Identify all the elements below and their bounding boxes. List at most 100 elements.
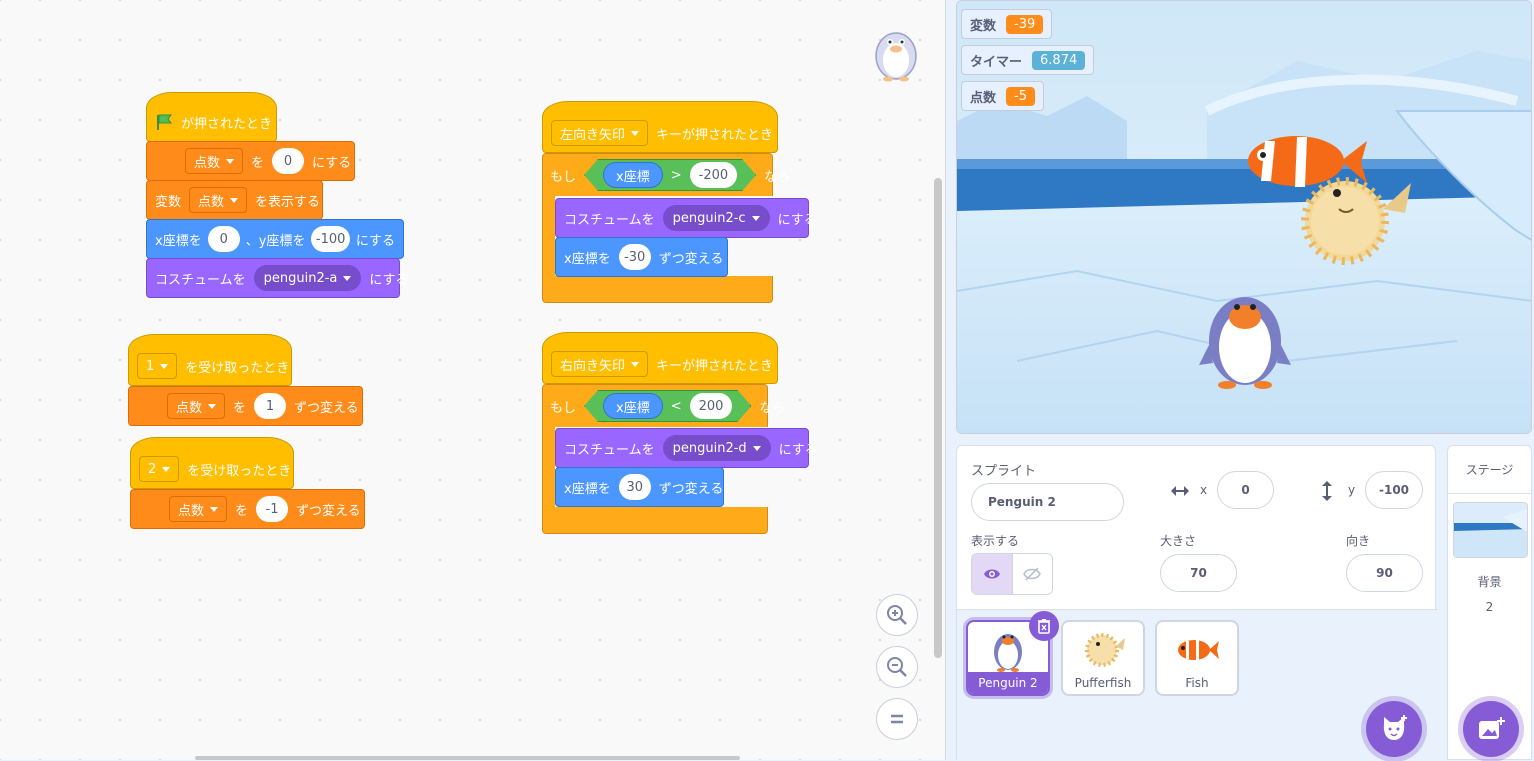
direction-input[interactable]: 90 <box>1346 554 1423 592</box>
trash-icon <box>1038 619 1050 634</box>
value-input[interactable]: 0 <box>272 148 305 174</box>
if-condition-row: もし x座標 > -200 なら <box>542 155 790 195</box>
when-i-receive-block[interactable]: 2 を受け取ったとき <box>130 437 294 489</box>
backdrops-label: 背景 <box>1477 575 1502 589</box>
dropdown-caret-icon <box>752 445 761 451</box>
value-input[interactable]: 1 <box>254 393 287 419</box>
x-position-reporter[interactable]: x座標 <box>603 162 663 188</box>
compare-input[interactable]: 200 <box>690 393 733 419</box>
y-position-input[interactable]: -100 <box>1365 471 1423 509</box>
when-flag-clicked-block[interactable]: が押されたとき <box>146 92 277 142</box>
value-input[interactable]: -1 <box>256 496 289 522</box>
key-dropdown[interactable]: 右向き矢印 <box>551 351 649 377</box>
backdrops-count: 2 <box>1485 600 1494 614</box>
block-label: ずつ変える <box>658 481 724 497</box>
block-label: を <box>233 400 247 416</box>
change-variable-block[interactable]: 点数 を -1 ずつ変える <box>130 489 365 529</box>
block-label: x座標を <box>564 481 611 497</box>
code-workspace[interactable]: が押されたとき 点数 を 0 にする 変数 点数 を表示する x座標を 0 、y… <box>0 0 946 760</box>
show-variable-block[interactable]: 変数 点数 を表示する <box>146 180 323 220</box>
monitor-label: 点数 <box>970 90 997 106</box>
change-variable-block[interactable]: 点数 を 1 ずつ変える <box>128 386 363 426</box>
block-label: コスチュームを <box>155 272 246 288</box>
variable-dropdown[interactable]: 点数 <box>167 393 226 419</box>
compare-input[interactable]: -200 <box>690 162 738 188</box>
variable-monitor-tensu[interactable]: 点数 -5 <box>961 81 1044 111</box>
set-variable-block[interactable]: 点数 を 0 にする <box>146 141 355 181</box>
zoom-reset-button[interactable] <box>876 698 918 740</box>
block-label: もし <box>550 169 577 185</box>
sprite-tile-fish[interactable]: Fish <box>1155 620 1239 696</box>
block-label: なら <box>759 400 786 416</box>
fish-icon <box>1178 640 1219 660</box>
dropdown-caret-icon <box>226 158 235 164</box>
value-input[interactable]: -30 <box>618 244 651 270</box>
block-label: を表示する <box>255 194 321 210</box>
block-label: にする <box>777 212 817 228</box>
current-sprite-watermark-icon <box>868 22 924 82</box>
change-x-block[interactable]: x座標を 30 ずつ変える <box>555 467 724 507</box>
greater-than-operator[interactable]: x座標 > -200 <box>584 159 756 191</box>
switch-costume-block[interactable]: コスチュームを penguin2-a にする <box>146 258 409 298</box>
variable-dropdown[interactable]: 点数 <box>169 496 228 522</box>
sprite-tile-pufferfish[interactable]: Pufferfish <box>1061 620 1145 696</box>
size-input[interactable]: 70 <box>1160 554 1237 592</box>
switch-costume-block[interactable]: コスチュームを penguin2-d にする <box>555 428 818 468</box>
zoom-in-button[interactable] <box>876 594 918 636</box>
visibility-toggle <box>971 553 1053 595</box>
operator-symbol: < <box>670 398 682 414</box>
y-input[interactable]: -100 <box>311 226 350 252</box>
eye-icon <box>983 569 1000 579</box>
variable-monitor-hensu[interactable]: 変数 -39 <box>961 9 1053 39</box>
when-key-pressed-block[interactable]: 右向き矢印 キーが押されたとき <box>542 332 778 384</box>
when-key-pressed-block[interactable]: 左向き矢印 キーが押されたとき <box>542 101 778 153</box>
when-i-receive-block[interactable]: 1 を受け取ったとき <box>128 334 292 386</box>
penguin-sprite[interactable] <box>1195 285 1295 391</box>
monitor-label: タイマー <box>970 54 1023 70</box>
x-input[interactable]: 0 <box>207 226 240 252</box>
variable-dropdown[interactable]: 点数 <box>185 148 244 174</box>
costume-dropdown[interactable]: penguin2-a <box>253 265 362 291</box>
costume-dropdown[interactable]: penguin2-d <box>662 435 771 461</box>
block-label: ずつ変える <box>294 400 359 416</box>
horizontal-scrollbar[interactable] <box>195 756 740 760</box>
x-position-reporter[interactable]: x座標 <box>603 393 663 419</box>
choose-backdrop-button[interactable] <box>1463 701 1519 757</box>
dropdown-caret-icon <box>208 403 217 409</box>
cat-plus-icon <box>1383 715 1407 740</box>
variable-dropdown[interactable]: 点数 <box>189 187 248 213</box>
size-label: 大きさ <box>1160 534 1197 548</box>
backdrop-thumbnail-image <box>1454 503 1527 557</box>
eye-hidden-icon <box>1023 567 1042 581</box>
dropdown-caret-icon <box>631 130 640 136</box>
vertical-scrollbar[interactable] <box>934 178 942 658</box>
block-label: にする <box>312 155 352 171</box>
sprite-name-input[interactable]: Penguin 2 <box>971 483 1124 521</box>
sprite-tile-label: Penguin 2 <box>968 672 1048 694</box>
key-dropdown[interactable]: 左向き矢印 <box>551 120 649 146</box>
block-label: キーが押されたとき <box>656 358 774 374</box>
change-x-block[interactable]: x座標を -30 ずつ変える <box>555 237 728 277</box>
block-label: コスチュームを <box>564 212 655 228</box>
costume-dropdown[interactable]: penguin2-c <box>662 205 770 231</box>
message-dropdown[interactable]: 1 <box>137 353 178 379</box>
value-input[interactable]: 30 <box>618 474 651 500</box>
message-dropdown[interactable]: 2 <box>139 456 180 482</box>
choose-sprite-button[interactable] <box>1366 701 1422 757</box>
switch-costume-block[interactable]: コスチュームを penguin2-c にする <box>555 198 817 238</box>
x-position-input[interactable]: 0 <box>1217 471 1274 509</box>
zoom-out-button[interactable] <box>876 646 918 688</box>
less-than-operator[interactable]: x座標 < 200 <box>584 390 751 422</box>
delete-sprite-button[interactable] <box>1029 611 1059 641</box>
dropdown-caret-icon <box>162 466 171 472</box>
stage[interactable]: 変数 -39 タイマー 6.874 点数 -5 <box>956 0 1532 434</box>
hide-sprite-button[interactable] <box>1012 554 1052 594</box>
go-to-xy-block[interactable]: x座標を 0 、y座標を -100 にする <box>146 219 404 259</box>
pufferfish-sprite[interactable] <box>1287 169 1417 279</box>
backdrop-thumbnail[interactable] <box>1453 502 1528 558</box>
stage-selector-pane[interactable]: ステージ 背景 2 <box>1447 445 1532 760</box>
if-condition-row: もし x座標 < 200 なら <box>542 386 785 426</box>
block-label: x座標を <box>564 251 611 267</box>
timer-monitor[interactable]: タイマー 6.874 <box>961 45 1095 75</box>
show-sprite-button[interactable] <box>972 554 1013 594</box>
